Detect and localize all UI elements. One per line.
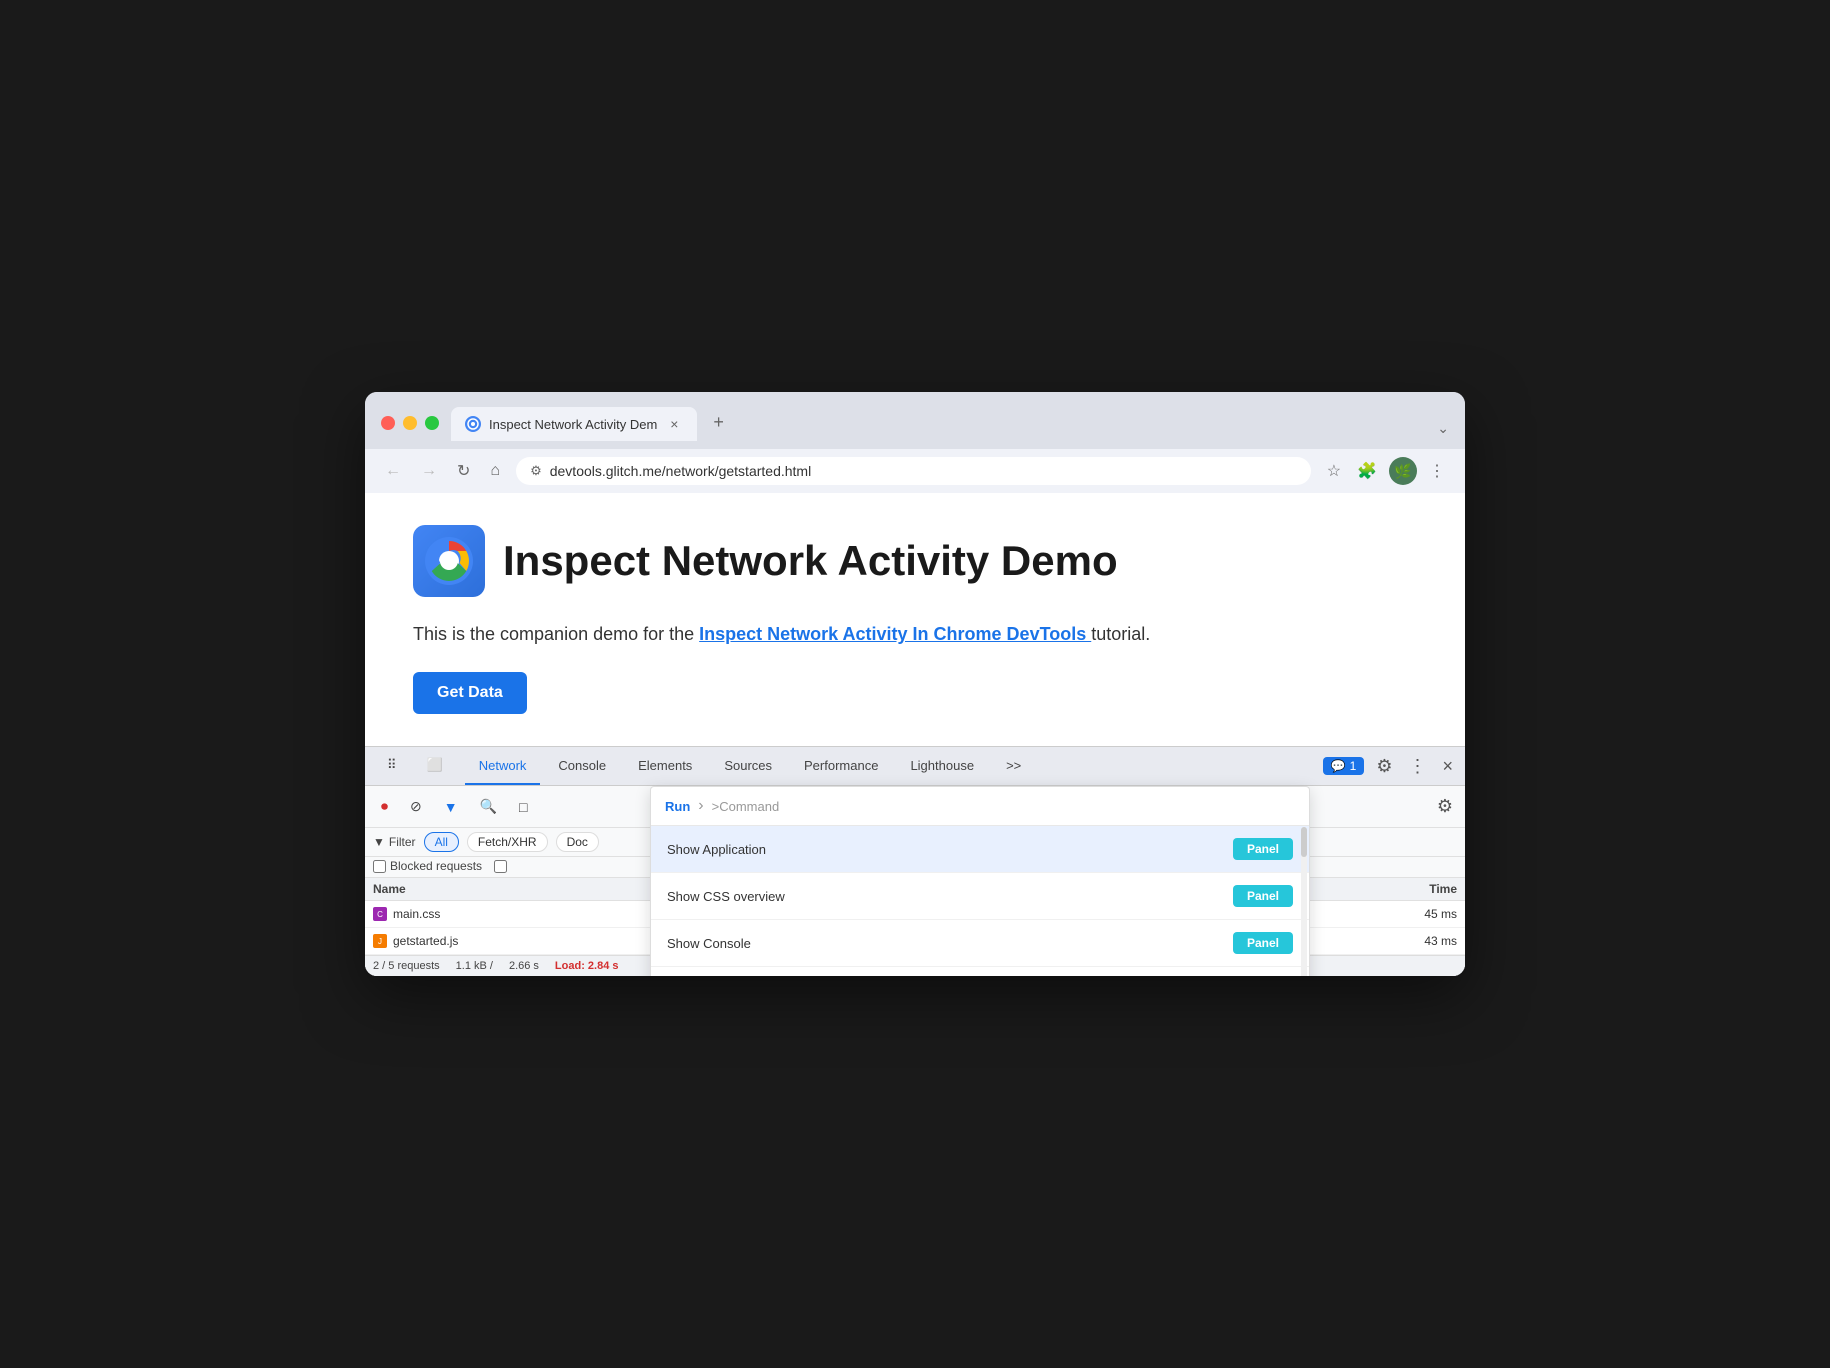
command-panel-button[interactable]: Panel (1233, 932, 1293, 954)
js-file-icon: J (373, 934, 387, 948)
command-item-label: Show CSS overview (667, 889, 785, 904)
forward-button[interactable]: → (417, 458, 441, 484)
page-description: This is the companion demo for the Inspe… (413, 621, 1417, 648)
scrollbar-track[interactable] (1301, 827, 1307, 976)
new-tab-button[interactable]: + (701, 404, 736, 441)
page-title: Inspect Network Activity Demo (503, 537, 1118, 585)
command-list: Show Application Panel Show CSS overview… (651, 826, 1309, 976)
home-button[interactable]: ⌂ (486, 458, 504, 484)
tab-sources[interactable]: Sources (710, 748, 786, 785)
tab-network[interactable]: Network (465, 748, 541, 785)
url-display: devtools.glitch.me/network/getstarted.ht… (550, 463, 1297, 479)
filter-icon: ▼ (373, 835, 385, 849)
blocked-requests-checkbox[interactable]: Blocked requests (373, 859, 482, 873)
blocked-requests-label: Blocked requests (390, 859, 482, 873)
checkbox-button[interactable]: □ (511, 795, 535, 819)
load-time: Load: 2.84 s (555, 960, 619, 972)
record-button[interactable]: ⏺ (373, 794, 396, 819)
devtools-tabs: ⠿ ⬜ Network Console Elements Sources Per… (365, 747, 1465, 786)
tab-favicon (465, 416, 481, 432)
filter-pill-fetchxhr[interactable]: Fetch/XHR (467, 832, 548, 852)
run-button[interactable]: Run (665, 799, 690, 814)
extra-checkbox-input[interactable] (494, 860, 507, 873)
devtools-settings-button[interactable]: ⚙ (1372, 752, 1396, 781)
badge-count: 1 (1350, 759, 1357, 773)
command-item-label: Show Console (667, 936, 751, 951)
tabs-chevron[interactable]: ⌄ (1437, 420, 1449, 441)
tab-lighthouse[interactable]: Lighthouse (896, 748, 988, 785)
devtools-actions: 💬 1 ⚙ ⋮ × (1323, 752, 1457, 781)
filter-pill-all[interactable]: All (424, 832, 459, 852)
command-panel-button[interactable]: Panel (1233, 885, 1293, 907)
command-palette: Run › >Command Show Application Panel Sh… (650, 786, 1310, 976)
title-bar: Inspect Network Activity Dem × + ⌄ (365, 392, 1465, 449)
browser-window: Inspect Network Activity Dem × + ⌄ ← → ↻… (365, 392, 1465, 976)
badge-icon: 💬 (1331, 759, 1346, 773)
filter-label: ▼ Filter (373, 835, 416, 849)
command-separator: › (698, 797, 703, 815)
active-tab[interactable]: Inspect Network Activity Dem × (451, 407, 697, 441)
filter-text: Filter (389, 835, 416, 849)
command-item-label: Show Application (667, 842, 766, 857)
tab-console[interactable]: Console (544, 748, 620, 785)
devtools-icon-group: ⠿ ⬜ (373, 747, 457, 785)
command-panel-button[interactable]: Panel (1233, 838, 1293, 860)
blocked-requests-input[interactable] (373, 860, 386, 873)
address-security-icon: ⚙ (530, 463, 542, 479)
command-item-show-console[interactable]: Show Console Panel (651, 920, 1309, 967)
tab-title: Inspect Network Activity Dem (489, 417, 657, 432)
minimize-traffic-light[interactable] (403, 416, 417, 430)
tab-close-button[interactable]: × (665, 415, 683, 433)
command-item-show-css-overview[interactable]: Show CSS overview Panel (651, 873, 1309, 920)
network-panel: ⏺ ⊘ ▼ 🔍 □ ⚙ ▼ Filter All Fetch/XHR Doc (365, 786, 1465, 976)
clear-button[interactable]: ⊘ (402, 794, 430, 819)
devtools-link[interactable]: Inspect Network Activity In Chrome DevTo… (699, 624, 1091, 644)
close-traffic-light[interactable] (381, 416, 395, 430)
devtools-more-button[interactable]: ⋮ (1404, 752, 1430, 781)
tab-inspect-icon[interactable]: ⠿ (373, 747, 411, 785)
description-suffix: tutorial. (1091, 624, 1150, 644)
page-content: Inspect Network Activity Demo This is th… (365, 493, 1465, 746)
file-name: main.css (393, 907, 440, 921)
description-prefix: This is the companion demo for the (413, 624, 699, 644)
command-item-show-application[interactable]: Show Application Panel (651, 826, 1309, 873)
devtools: ⠿ ⬜ Network Console Elements Sources Per… (365, 746, 1465, 976)
transfer-size: 1.1 kB / (456, 960, 493, 972)
css-file-icon: C (373, 907, 387, 921)
filter-pill-doc[interactable]: Doc (556, 832, 599, 852)
chrome-logo (413, 525, 485, 597)
address-bar-row: ← → ↻ ⌂ ⚙ devtools.glitch.me/network/get… (365, 449, 1465, 493)
bookmark-button[interactable]: ☆ (1323, 457, 1345, 485)
requests-count: 2 / 5 requests (373, 960, 440, 972)
command-item-show-elements[interactable]: Show Elements Panel (651, 967, 1309, 976)
extension-button[interactable]: 🧩 (1353, 457, 1381, 485)
command-input-display[interactable]: >Command (712, 799, 1295, 814)
address-actions: ☆ 🧩 🌿 ⋮ (1323, 457, 1449, 485)
message-badge[interactable]: 💬 1 (1323, 757, 1365, 775)
devtools-close-button[interactable]: × (1438, 752, 1457, 781)
network-settings-button[interactable]: ⚙ (1433, 792, 1457, 821)
profile-avatar[interactable]: 🌿 (1389, 457, 1417, 485)
tab-performance[interactable]: Performance (790, 748, 892, 785)
maximize-traffic-light[interactable] (425, 416, 439, 430)
address-field[interactable]: ⚙ devtools.glitch.me/network/getstarted.… (516, 457, 1311, 485)
extra-checkbox[interactable] (494, 860, 507, 873)
tabs-row: Inspect Network Activity Dem × + ⌄ (451, 404, 1449, 441)
page-header: Inspect Network Activity Demo (413, 525, 1417, 597)
file-name: getstarted.js (393, 934, 458, 948)
scrollbar-thumb[interactable] (1301, 827, 1307, 857)
menu-button[interactable]: ⋮ (1425, 457, 1449, 485)
finish-time: 2.66 s (509, 960, 539, 972)
traffic-lights (381, 416, 439, 430)
tab-responsive-icon[interactable]: ⬜ (413, 747, 457, 785)
tab-more[interactable]: >> (992, 748, 1035, 785)
search-button[interactable]: 🔍 (472, 794, 505, 819)
reload-button[interactable]: ↻ (453, 457, 474, 485)
get-data-button[interactable]: Get Data (413, 672, 527, 714)
back-button[interactable]: ← (381, 458, 405, 484)
command-input-row: Run › >Command (651, 787, 1309, 826)
filter-icon-button[interactable]: ▼ (436, 795, 466, 819)
tab-elements[interactable]: Elements (624, 748, 706, 785)
